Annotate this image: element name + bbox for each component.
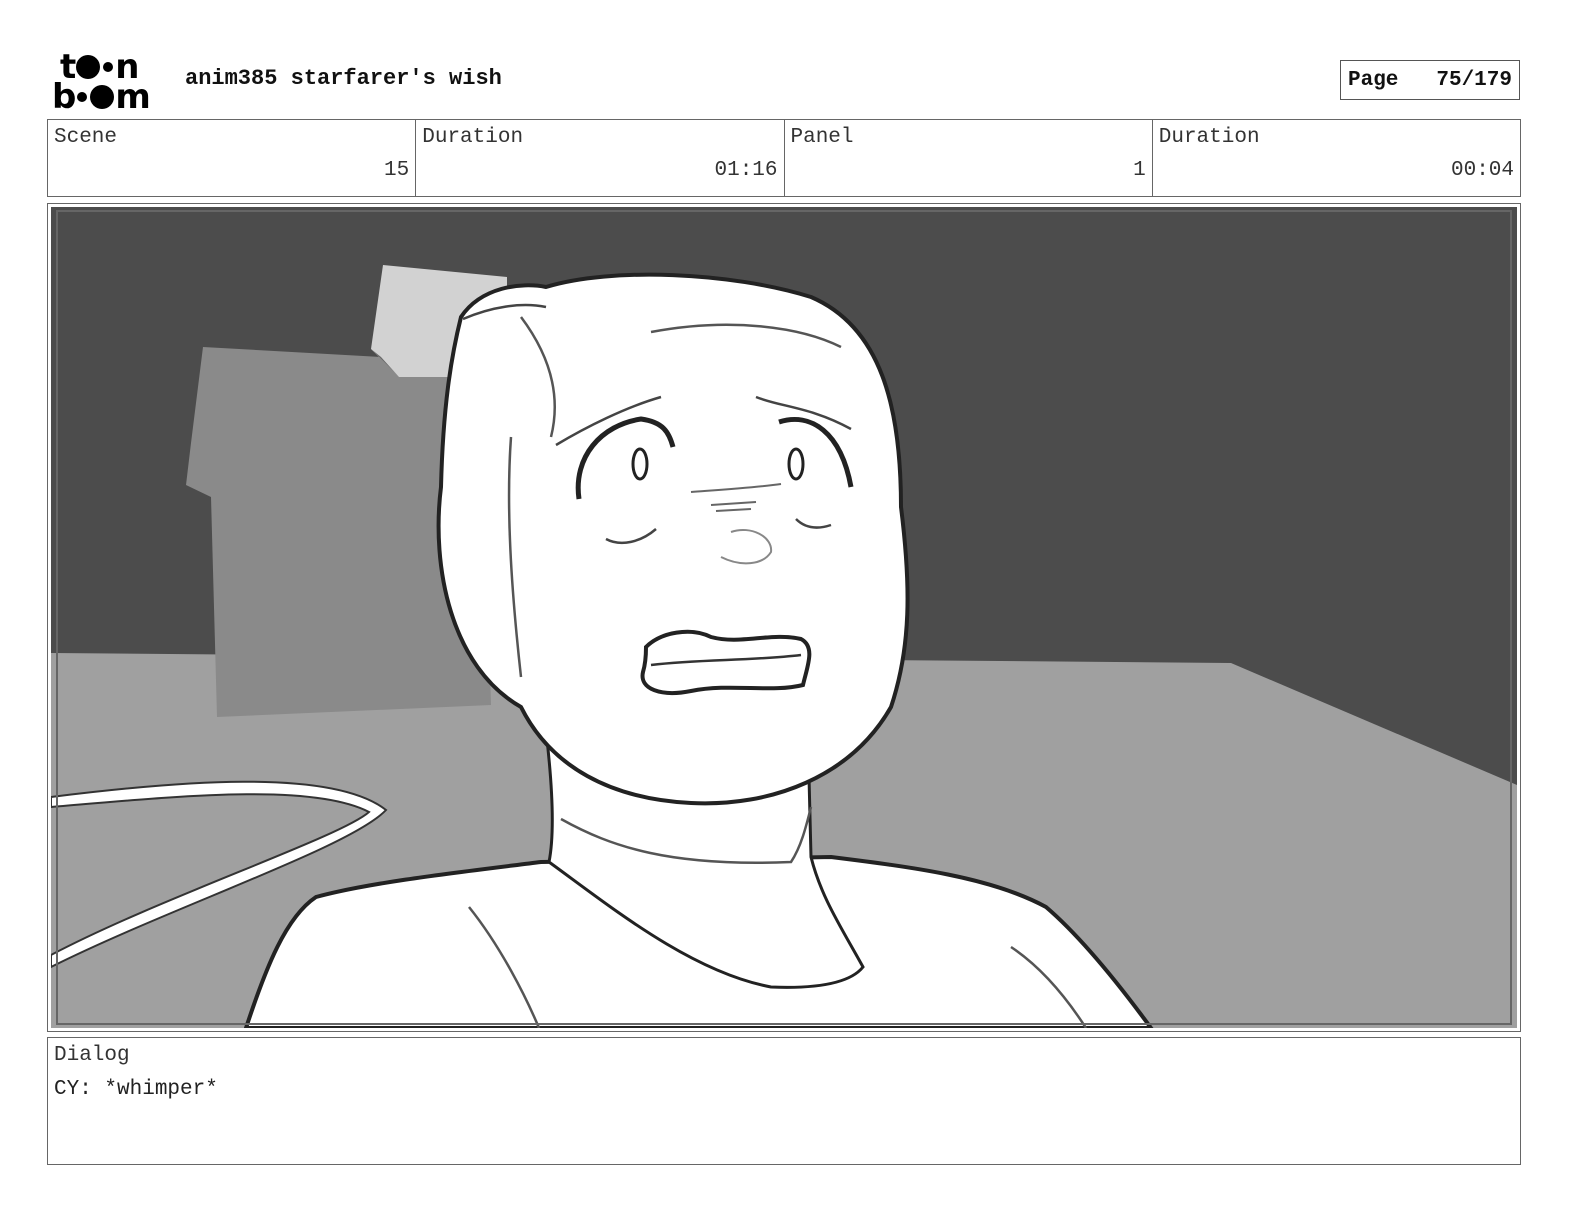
- panel-label: Panel: [790, 126, 854, 149]
- scene-value: 15: [384, 159, 410, 182]
- scene-duration-cell: Duration 01:16: [416, 120, 785, 196]
- dialog-label: Dialog: [54, 1044, 130, 1067]
- page-label: Page: [1348, 68, 1399, 92]
- scene-duration-label: Duration: [422, 126, 524, 149]
- logo-dot-large: [76, 55, 101, 79]
- scene-cell: Scene 15: [48, 120, 417, 196]
- logo-dot-small: [77, 92, 88, 102]
- panel-duration-value: 00:04: [1450, 159, 1514, 182]
- dialog-text: CY: *whimper*: [54, 1078, 218, 1101]
- logo-dot-large: [90, 85, 115, 109]
- page-number: 75/179: [1436, 68, 1512, 92]
- left-pupil: [631, 447, 649, 481]
- logo-letter-m: m: [115, 77, 150, 117]
- right-pupil: [787, 447, 805, 481]
- panel-duration-label: Duration: [1158, 126, 1260, 149]
- logo-bottom-row: b m: [52, 77, 151, 117]
- scene-label: Scene: [54, 126, 118, 149]
- page-indicator: Page 75/179: [1340, 60, 1520, 100]
- panel-cell: Panel 1: [785, 120, 1153, 196]
- panel-duration-cell: Duration 00:04: [1153, 120, 1520, 196]
- storyboard-panel: [47, 203, 1521, 1032]
- scene-duration-value: 01:16: [714, 159, 778, 182]
- project-title: anim385 starfarer's wish: [185, 66, 502, 91]
- logo-letter-b: b: [52, 77, 76, 117]
- logo-dot-small: [103, 62, 114, 72]
- scene-info-row: Scene 15 Duration 01:16 Panel 1 Duration…: [47, 119, 1521, 197]
- toon-boom-logo: t n b m: [52, 50, 164, 117]
- panel-value: 1: [1133, 159, 1146, 182]
- panel-drawing: [51, 207, 1517, 1028]
- dialog-box: Dialog CY: *whimper*: [47, 1037, 1521, 1165]
